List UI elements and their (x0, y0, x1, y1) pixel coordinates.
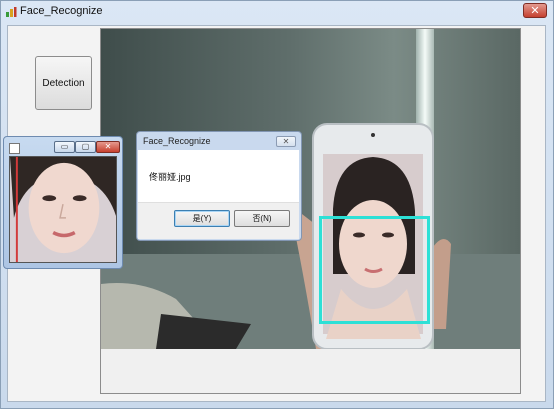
app-icon (6, 7, 17, 17)
maximize-button[interactable]: ▢ (75, 141, 96, 153)
detection-box (319, 216, 430, 324)
face-crop-image (9, 156, 117, 263)
face-window-close-button[interactable]: ✕ (96, 141, 120, 153)
minimize-button[interactable]: ▭ (54, 141, 75, 153)
detection-button[interactable]: Detection (35, 56, 92, 110)
yes-button[interactable]: 是(Y) (174, 210, 230, 227)
dialog-message: 佟丽娅.jpg (149, 172, 191, 182)
no-button[interactable]: 否(N) (234, 210, 290, 227)
window-title: Face_Recognize (20, 5, 103, 17)
dialog-close-button[interactable]: ✕ (276, 136, 296, 147)
close-window-button[interactable]: ✕ (523, 3, 547, 18)
dialog-title: Face_Recognize (143, 136, 211, 146)
window-icon (9, 143, 20, 154)
